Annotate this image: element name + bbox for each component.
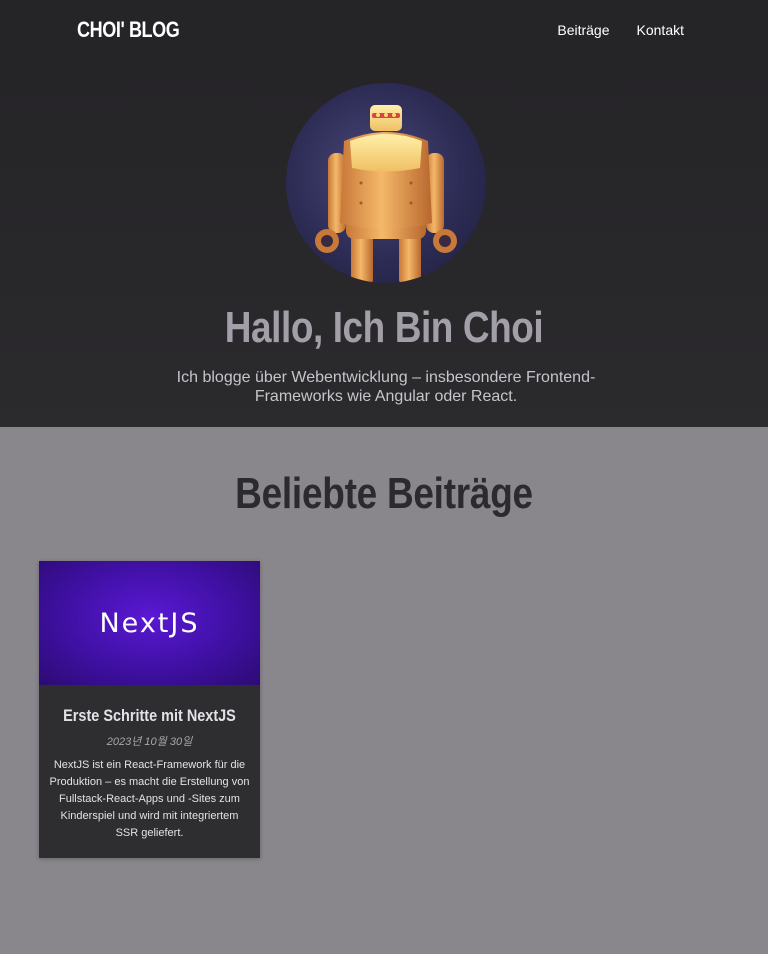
nextjs-logo-text: NextJS: [99, 607, 200, 639]
hero-section: Hallo, Ich Bin Choi Ich blogge über Webe…: [0, 60, 768, 427]
post-card[interactable]: NextJS Erste Schritte mit NextJS 2023년 1…: [39, 561, 260, 858]
post-thumbnail[interactable]: NextJS: [39, 561, 260, 685]
site-header: CHOI' BLOG Beiträge Kontakt: [0, 0, 768, 60]
hero-title: Hallo, Ich Bin Choi: [224, 303, 544, 352]
site-logo[interactable]: CHOI' BLOG: [77, 17, 180, 43]
hero-description: Ich blogge über Webentwicklung – insbeso…: [176, 369, 596, 405]
post-title[interactable]: Erste Schritte mit NextJS: [56, 706, 244, 726]
main-nav: Beiträge Kontakt: [557, 22, 684, 38]
nav-link-contact[interactable]: Kontakt: [637, 22, 684, 38]
post-excerpt: NextJS ist ein React-Framework für die P…: [49, 759, 250, 839]
nav-link-posts[interactable]: Beiträge: [557, 22, 609, 38]
robot-avatar-image: [315, 105, 457, 283]
avatar: [286, 83, 486, 283]
post-date: 2023년 10월 30일: [106, 736, 193, 748]
featured-posts-title: Beliebte Beiträge: [235, 469, 533, 518]
